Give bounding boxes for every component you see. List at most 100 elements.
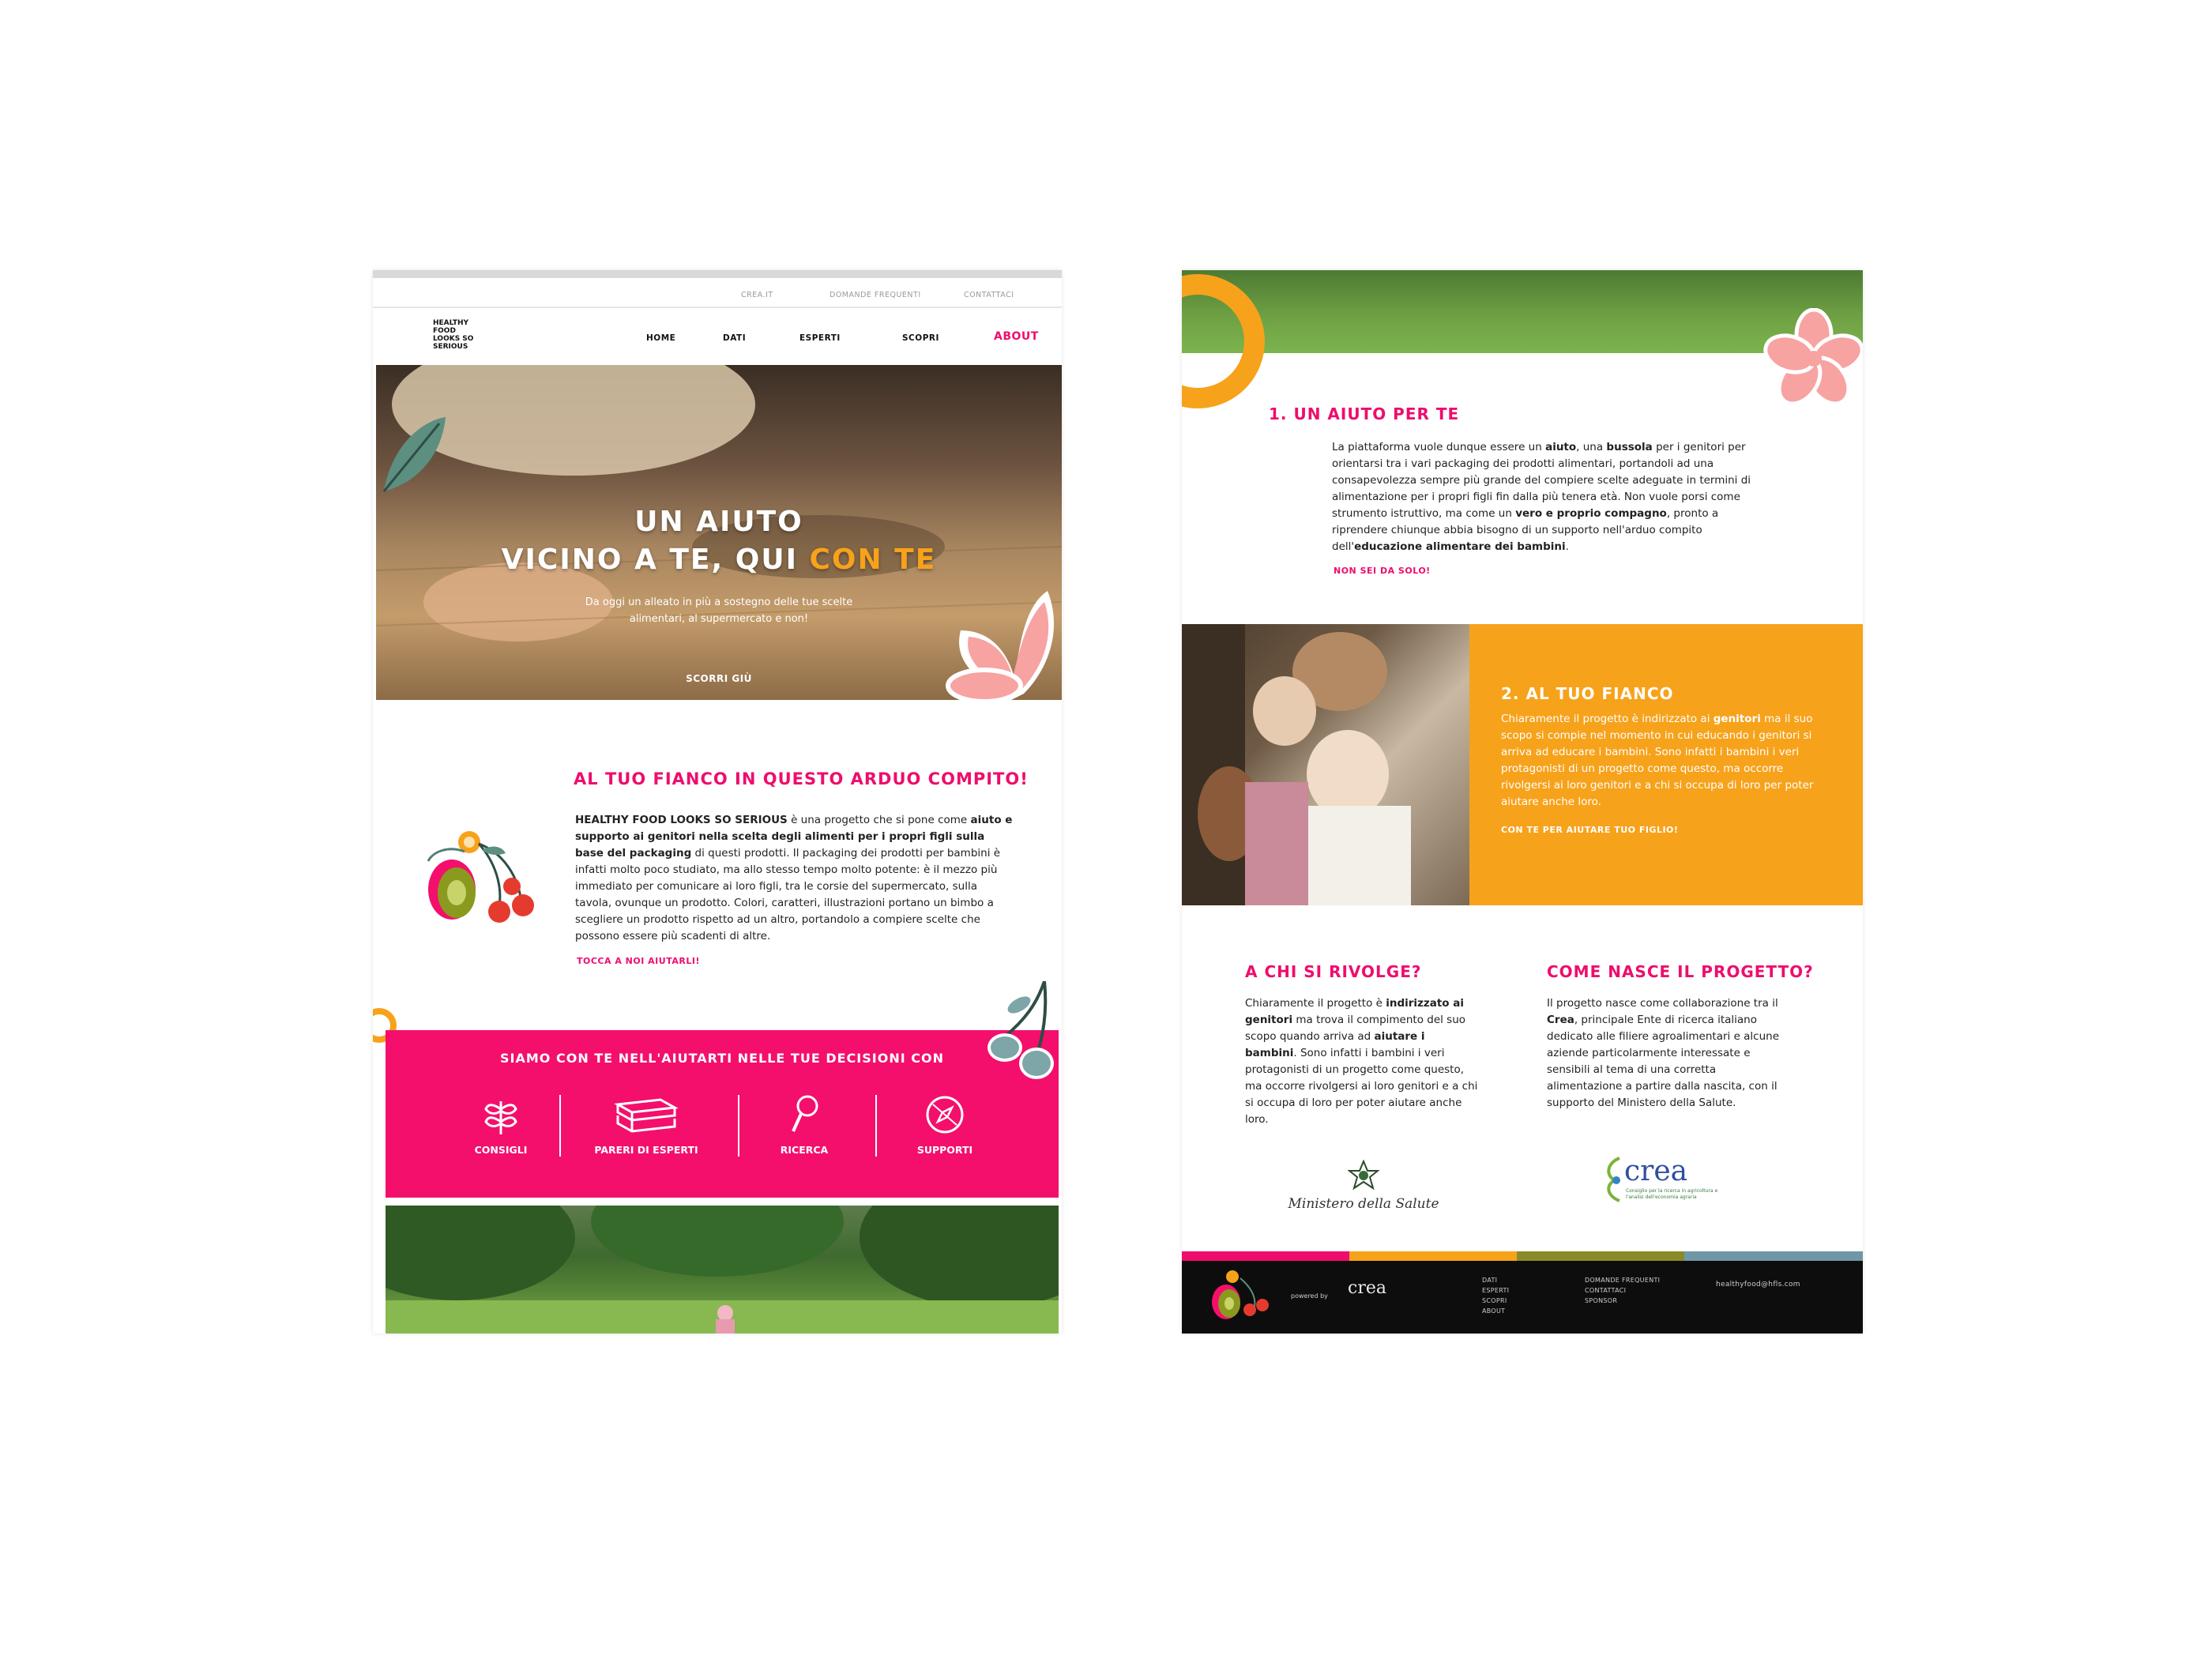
text-run: Chiaramente il progetto è indirizzato ai: [1501, 713, 1714, 725]
bold-run: vero e proprio compagno: [1515, 507, 1667, 520]
footer-email[interactable]: healthyfood@hfls.com: [1716, 1280, 1800, 1290]
text-run: La piattaforma vuole dunque essere un: [1332, 441, 1546, 453]
col-right-paragraph: Il progetto nasce come collaborazione tr…: [1547, 995, 1784, 1112]
emblem-icon: [1347, 1159, 1380, 1191]
sprout-icon: [484, 1101, 517, 1134]
nav-dati[interactable]: DATI: [723, 333, 746, 343]
footer-link-contact[interactable]: CONTATTACI: [1585, 1285, 1660, 1296]
bold-run: Crea: [1547, 1014, 1574, 1026]
about-page-mockup: 1. UN AIUTO PER TE La piattaforma vuole …: [1182, 270, 1863, 1334]
bold-run: genitori: [1713, 713, 1761, 725]
feature-consigli[interactable]: CONSIGLI: [430, 1093, 572, 1156]
intro-paragraph: HEALTHY FOOD LOOKS SO SERIOUS è una prog…: [575, 812, 1014, 945]
text-run: è una progetto che si pone come: [787, 814, 971, 826]
park-scene: [386, 1206, 1059, 1334]
footer-link-esperti[interactable]: ESPERTI: [1482, 1285, 1509, 1296]
feature-label: RICERCA: [780, 1144, 829, 1156]
util-link-faq[interactable]: DOMANDE FREQUENTI: [830, 291, 921, 299]
grass-photo: [1182, 270, 1863, 353]
section2-link[interactable]: CON TE PER AIUTARE TUO FIGLIO!: [1501, 825, 1678, 835]
compass-icon: [926, 1096, 964, 1134]
features-band: SIAMO CON TE NELL'AIUTARTI NELLE TUE DEC…: [386, 1030, 1059, 1198]
color-strip-orange: [1349, 1251, 1517, 1261]
feature-pareri[interactable]: PARERI DI ESPERTI: [575, 1093, 717, 1156]
ministero-logo-text: Ministero della Salute: [1288, 1196, 1439, 1212]
intro-title: AL TUO FIANCO IN QUESTO ARDUO COMPITO!: [574, 769, 1029, 788]
bold-run: bussola: [1606, 441, 1653, 453]
color-strip-pink: [1182, 1251, 1349, 1261]
footer-link-about[interactable]: ABOUT: [1482, 1306, 1509, 1316]
section1-link[interactable]: NON SEI DA SOLO!: [1334, 566, 1431, 576]
text-run: di questi prodotti. Il packaging dei pro…: [575, 847, 1001, 942]
text-run: Il progetto nasce come collaborazione tr…: [1547, 997, 1778, 1010]
nav-esperti[interactable]: ESPERTI: [799, 333, 841, 343]
magnifier-icon: [792, 1095, 818, 1132]
footer-link-scopri[interactable]: SCOPRI: [1482, 1296, 1509, 1306]
section2-paragraph: Chiaramente il progetto è indirizzato ai…: [1501, 711, 1825, 811]
footer-link-faq[interactable]: DOMANDE FREQUENTI: [1585, 1275, 1660, 1285]
section2-title: 2. AL TUO FIANCO: [1501, 684, 1674, 703]
text-run: , principale Ente di ricerca italiano de…: [1547, 1014, 1780, 1109]
browser-top-bar: [373, 270, 1062, 278]
nav-about[interactable]: ABOUT: [994, 330, 1039, 343]
util-link-contact[interactable]: CONTATTACI: [964, 291, 1014, 299]
feature-label: PARERI DI ESPERTI: [594, 1144, 698, 1156]
powered-by-text: powered by: [1291, 1292, 1328, 1300]
flower-icon: [946, 591, 1054, 700]
logo-line: HEALTHY: [433, 319, 469, 327]
footer-fruit-logo-icon: [1212, 1270, 1269, 1319]
homepage-mockup: CREA.IT DOMANDE FREQUENTI CONTATTACI HEA…: [373, 270, 1062, 1334]
feature-supporti[interactable]: SUPPORTI: [874, 1093, 1016, 1156]
flower-icon: [1763, 308, 1863, 406]
footer-link-sponsor[interactable]: SPONSOR: [1585, 1296, 1660, 1306]
nav-home[interactable]: HOME: [646, 333, 675, 343]
hero-title-line1: UN AIUTO: [634, 506, 803, 538]
logo-line: FOOD: [433, 327, 456, 335]
hero-title-text: VICINO A TE, QUI: [501, 544, 810, 576]
col-left-paragraph: Chiaramente il progetto è indirizzato ai…: [1245, 995, 1479, 1128]
feature-ricerca[interactable]: RICERCA: [733, 1093, 875, 1156]
feature-label: CONSIGLI: [474, 1144, 528, 1156]
bold-run: aiuto: [1545, 441, 1577, 453]
crea-logo-text: crea: [1624, 1155, 1688, 1187]
text-run: Chiaramente il progetto è: [1245, 997, 1386, 1010]
intro-link[interactable]: TOCCA A NOI AIUTARLI!: [577, 956, 700, 966]
children-scene: [1182, 624, 1411, 905]
text-run: .: [1565, 540, 1569, 553]
ministero-logo[interactable]: Ministero della Salute: [1285, 1159, 1443, 1212]
footer-link-dati[interactable]: DATI: [1482, 1275, 1509, 1285]
color-strip-blue: [1684, 1251, 1863, 1261]
hero-subtitle: Da oggi un alleato in più a sostegno del…: [585, 596, 853, 625]
nav-scopri[interactable]: SCOPRI: [902, 333, 939, 343]
bold-run: educazione alimentare dei bambini: [1354, 540, 1566, 553]
site-logo[interactable]: HEALTHY FOOD LOOKS SO SERIOUS: [433, 319, 480, 351]
col-left-title: A CHI SI RIVOLGE?: [1245, 962, 1422, 981]
hero-title-line2: VICINO A TE, QUI CON TE: [376, 542, 1062, 578]
logo-line: LOOKS SO: [433, 335, 474, 343]
fruit-illustration-icon: [427, 831, 534, 923]
text-run: ma il suo scopo si compie nel momento in…: [1501, 713, 1814, 808]
olives-icon: [988, 981, 1054, 1079]
footer-nav-col1: DATI ESPERTI SCOPRI ABOUT: [1482, 1275, 1509, 1316]
section1-paragraph: La piattaforma vuole dunque essere un ai…: [1332, 439, 1771, 555]
hero-banner: UN AIUTO VICINO A TE, QUI CON TE Da oggi…: [376, 365, 1062, 700]
color-strip-olive: [1517, 1251, 1684, 1261]
util-link-crea[interactable]: CREA.IT: [741, 291, 773, 299]
children-photo: [1182, 624, 1469, 905]
logo-line: SERIOUS: [433, 343, 468, 351]
text-run: , una: [1576, 441, 1607, 453]
brand-name: HEALTHY FOOD LOOKS SO SERIOUS: [575, 814, 788, 826]
divider: [373, 307, 1062, 308]
features-title: SIAMO CON TE NELL'AIUTARTI NELLE TUE DEC…: [500, 1051, 944, 1066]
orange-ring-icon: [1182, 274, 1265, 408]
section1-title: 1. UN AIUTO PER TE: [1269, 404, 1460, 423]
crea-logo-subtitle: Consiglio per la ricerca in agricoltura …: [1626, 1188, 1718, 1200]
hero-title-accent: CON TE: [809, 544, 937, 576]
books-icon: [614, 1098, 679, 1133]
site-footer: powered by crea DATI ESPERTI SCOPRI ABOU…: [1182, 1261, 1863, 1334]
park-photo: [386, 1206, 1059, 1334]
divider: [559, 1095, 561, 1157]
utility-nav: CREA.IT DOMANDE FREQUENTI CONTATTACI: [373, 288, 1062, 307]
col-right-title: COME NASCE IL PROGETTO?: [1547, 962, 1814, 981]
footer-crea-logo[interactable]: crea: [1348, 1278, 1386, 1298]
